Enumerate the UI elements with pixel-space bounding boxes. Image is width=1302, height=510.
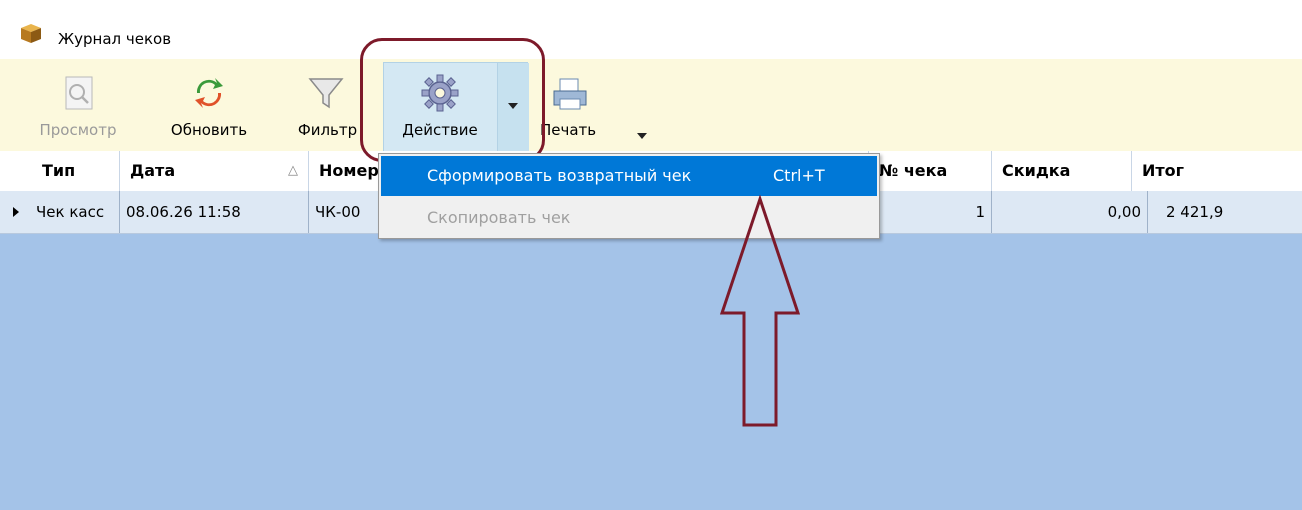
sort-ascending-icon: △: [288, 163, 298, 178]
funnel-icon: [308, 78, 344, 109]
cell-total[interactable]: 2 421,9: [1148, 191, 1302, 233]
cell-check-no[interactable]: 1: [869, 191, 992, 233]
current-row-icon: [13, 207, 19, 217]
box-icon: [21, 24, 41, 43]
refresh-button[interactable]: Обновить: [148, 59, 270, 151]
title-bar: Журнал чеков: [0, 0, 1302, 59]
print-label: Печать: [540, 121, 597, 139]
menu-item-copy-check[interactable]: Скопировать чек: [381, 198, 877, 238]
print-button[interactable]: Печать: [532, 59, 632, 151]
column-header-discount[interactable]: Скидка: [992, 151, 1132, 191]
header-indicator: [0, 151, 32, 191]
action-split-button: Действие: [383, 62, 529, 152]
cell-discount[interactable]: 0,00: [992, 191, 1148, 233]
menu-item-label: Скопировать чек: [427, 208, 571, 227]
column-header-check-no[interactable]: № чека: [869, 151, 992, 191]
column-header-date-label: Дата: [130, 161, 176, 180]
cell-type[interactable]: Чек касс: [32, 191, 120, 233]
view-button[interactable]: Просмотр: [18, 59, 138, 151]
view-label: Просмотр: [39, 121, 117, 139]
filter-label: Фильтр: [297, 121, 358, 139]
toolbar: Просмотр Обновить Фильтр Действие Печать: [0, 59, 1302, 152]
magnifier-icon: [65, 76, 93, 110]
action-button[interactable]: Действие: [384, 63, 496, 151]
chevron-down-icon: [508, 103, 518, 109]
action-dropdown-menu: Сформировать возвратный чек Ctrl+T Скопи…: [378, 153, 880, 239]
print-dropdown-icon[interactable]: [637, 133, 647, 139]
window-title: Журнал чеков: [58, 30, 172, 48]
menu-item-shortcut: Ctrl+T: [773, 166, 825, 185]
refresh-icon: [195, 78, 223, 108]
action-label: Действие: [402, 121, 478, 139]
menu-item-label: Сформировать возвратный чек: [427, 166, 692, 185]
column-header-total[interactable]: Итог: [1132, 151, 1302, 191]
filter-button[interactable]: Фильтр: [280, 59, 375, 151]
action-dropdown-button[interactable]: [497, 63, 529, 151]
column-header-date[interactable]: Дата △: [120, 151, 309, 191]
cell-date[interactable]: 08.06.26 11:58: [120, 191, 309, 233]
column-header-type[interactable]: Тип: [32, 151, 120, 191]
gear-icon: [421, 74, 459, 112]
menu-item-create-return-check[interactable]: Сформировать возвратный чек Ctrl+T: [381, 156, 877, 196]
printer-icon: [553, 78, 587, 110]
refresh-label: Обновить: [170, 121, 248, 139]
